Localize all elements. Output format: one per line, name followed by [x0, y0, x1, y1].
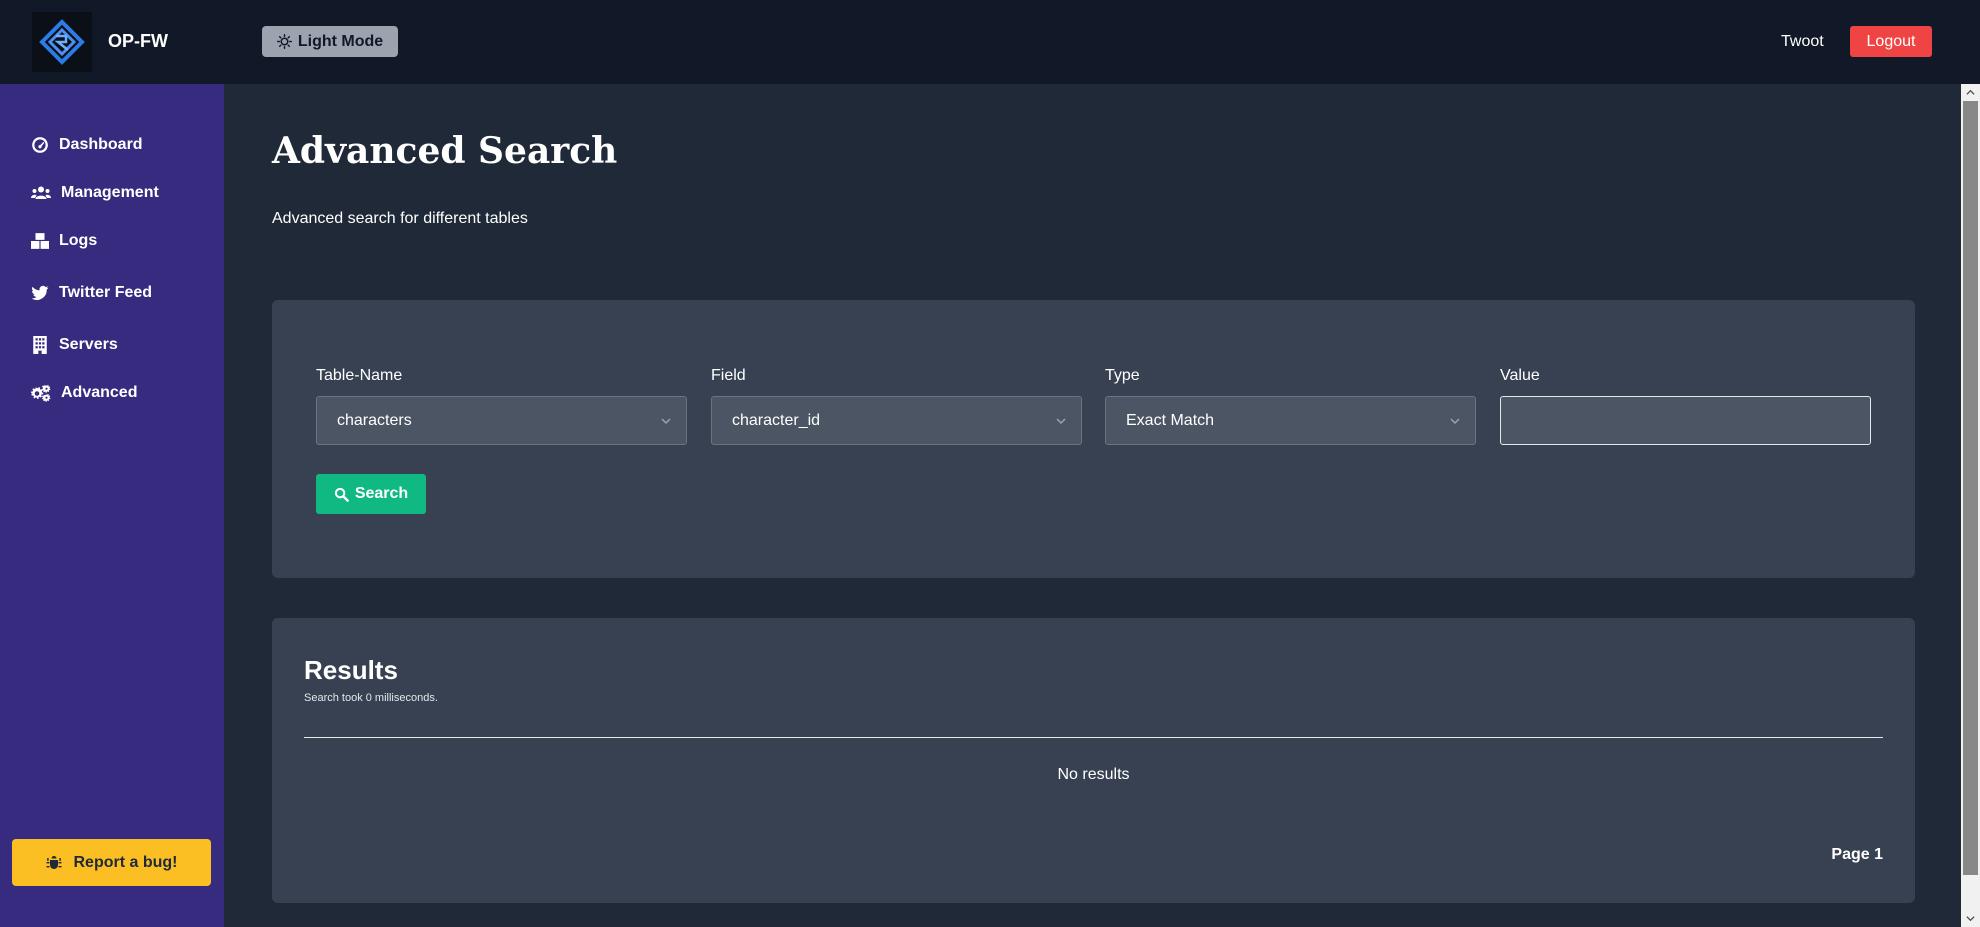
sidebar-item-label: Servers — [59, 336, 118, 353]
results-title: Results — [304, 655, 398, 685]
username-link[interactable]: Twoot — [1781, 33, 1824, 51]
chevron-down-icon — [661, 418, 671, 425]
users-icon — [31, 186, 51, 199]
twitter-icon — [31, 285, 49, 300]
sidebar-item-label: Twitter Feed — [59, 284, 153, 301]
boxes-icon — [31, 233, 49, 249]
report-bug-label: Report a bug! — [73, 853, 178, 871]
logout-button[interactable]: Logout — [1850, 26, 1932, 57]
logo-icon — [32, 12, 92, 72]
sidebar-item-servers[interactable]: Servers — [31, 333, 118, 357]
page-title: Advanced Search — [272, 130, 618, 172]
sidebar-item-label: Management — [61, 184, 159, 201]
building-icon — [33, 336, 47, 354]
sidebar-item-twitter-feed[interactable]: Twitter Feed — [31, 281, 152, 305]
sidebar: Dashboard Management Logs Twitter Feed S… — [0, 84, 224, 927]
app-logo[interactable] — [32, 12, 92, 72]
results-card: Results Search took 0 milliseconds. No r… — [272, 618, 1915, 903]
scroll-down-arrow-icon[interactable] — [1961, 910, 1980, 927]
sidebar-item-dashboard[interactable]: Dashboard — [31, 133, 143, 157]
results-divider — [304, 737, 1883, 738]
search-icon — [334, 487, 349, 502]
sidebar-item-management[interactable]: Management — [31, 181, 159, 205]
sidebar-item-label: Dashboard — [59, 136, 143, 153]
search-button-label: Search — [354, 485, 409, 502]
page-indicator: Page 1 — [1831, 846, 1883, 863]
scrollbar-thumb[interactable] — [1963, 101, 1978, 875]
bug-icon — [46, 855, 61, 869]
table-name-label: Table-Name — [316, 367, 403, 384]
search-form-card: Table-Name characters Field character_id… — [272, 300, 1915, 578]
light-mode-label: Light Mode — [297, 32, 384, 50]
dashboard-icon — [32, 137, 48, 153]
type-select[interactable]: Exact Match — [1105, 396, 1476, 445]
sidebar-item-advanced[interactable]: Advanced — [31, 381, 137, 405]
chevron-down-icon — [1056, 418, 1066, 425]
sidebar-item-label: Advanced — [61, 384, 138, 401]
cogs-icon — [31, 384, 51, 402]
scroll-up-arrow-icon[interactable] — [1961, 84, 1980, 101]
page-subtitle: Advanced search for different tables — [272, 210, 528, 227]
search-timing: Search took 0 milliseconds. — [304, 692, 438, 704]
type-label: Type — [1105, 367, 1140, 384]
sidebar-item-label: Logs — [59, 232, 98, 249]
field-value: character_id — [732, 411, 821, 429]
table-name-value: characters — [337, 411, 412, 429]
table-name-select[interactable]: characters — [316, 396, 687, 445]
value-label: Value — [1500, 367, 1540, 384]
search-button[interactable]: Search — [316, 474, 426, 514]
brand-name: OP-FW — [108, 31, 168, 51]
light-mode-button[interactable]: Light Mode — [262, 26, 398, 57]
chevron-down-icon — [1450, 418, 1460, 425]
top-bar: OP-FW Light Mode Twoot Logout — [0, 0, 1980, 84]
no-results-message: No results — [1057, 766, 1130, 783]
type-value: Exact Match — [1126, 411, 1215, 429]
field-label: Field — [711, 367, 746, 384]
report-bug-button[interactable]: Report a bug! — [12, 839, 211, 886]
sidebar-item-logs[interactable]: Logs — [31, 229, 97, 253]
vertical-scrollbar[interactable] — [1961, 84, 1980, 927]
sun-icon — [276, 34, 292, 49]
value-input[interactable] — [1500, 396, 1871, 445]
field-select[interactable]: character_id — [711, 396, 1082, 445]
